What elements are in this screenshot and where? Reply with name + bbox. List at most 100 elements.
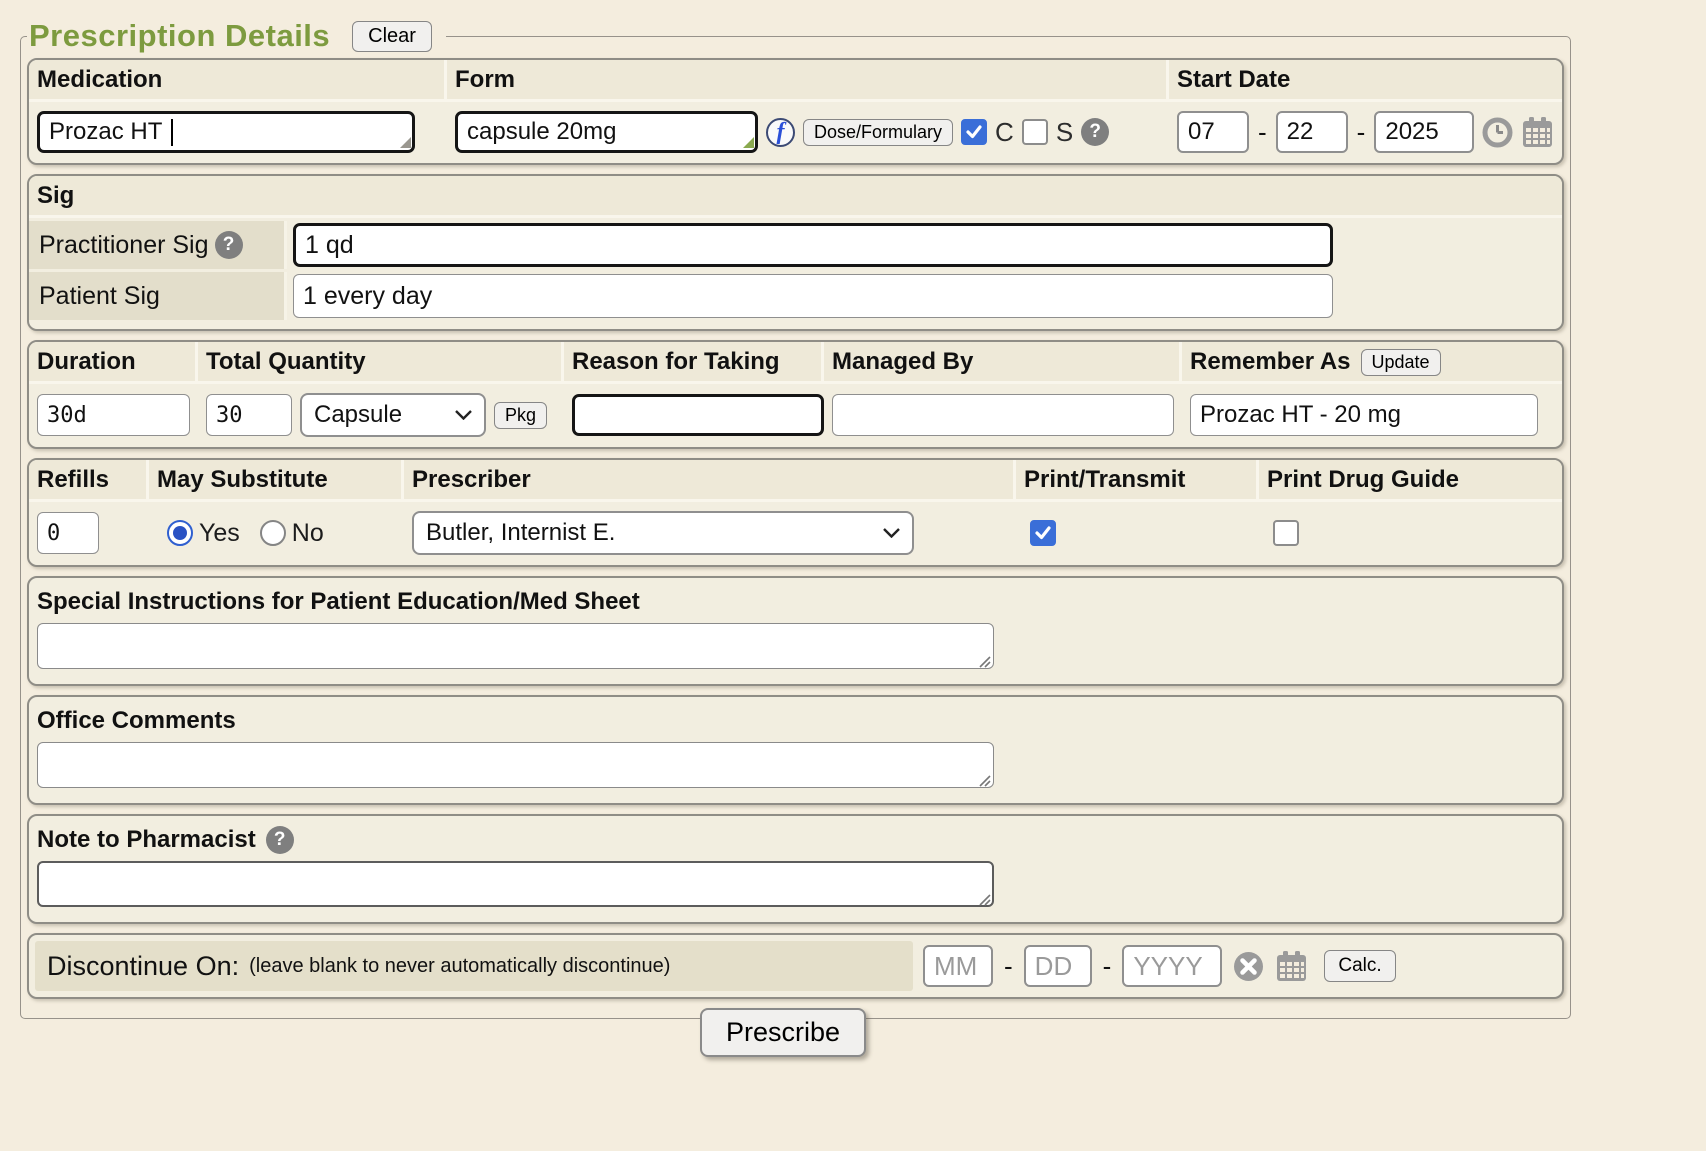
note-to-pharmacist-header-cell: Note to Pharmacist ? <box>29 820 1562 859</box>
prescription-details-section: Prescription Details Clear Medication Fo… <box>20 18 1571 1019</box>
help-icon[interactable]: ? <box>215 231 243 259</box>
pkg-button[interactable]: Pkg <box>494 402 547 429</box>
print-drug-guide-label: Print Drug Guide <box>1259 460 1562 499</box>
calc-button[interactable]: Calc. <box>1324 950 1395 982</box>
medication-group: Medication Form Start Date f Dose/Formul… <box>27 58 1564 165</box>
print-transmit-checkbox[interactable] <box>1030 520 1056 546</box>
prescriber-select-value: Butler, Internist E. <box>426 519 615 547</box>
prescriber-select[interactable]: Butler, Internist E. <box>412 511 914 555</box>
date-separator: - <box>1004 951 1013 982</box>
help-icon[interactable]: ? <box>266 826 294 854</box>
start-date-label: Start Date <box>1169 60 1562 99</box>
practitioner-sig-label-cell: Practitioner Sig ? <box>29 221 287 269</box>
managed-by-label: Managed By <box>824 342 1182 381</box>
patient-sig-row: Patient Sig <box>29 272 1562 320</box>
remember-as-label: Remember As <box>1190 348 1351 376</box>
s-checkbox[interactable] <box>1022 119 1048 145</box>
radio-dot <box>173 526 187 540</box>
substitute-no-label: No <box>292 519 324 548</box>
patient-sig-input[interactable] <box>293 274 1333 318</box>
refills-label: Refills <box>29 460 149 499</box>
duration-input[interactable] <box>37 394 190 436</box>
text-caret <box>171 119 173 146</box>
start-year-input[interactable] <box>1374 111 1474 153</box>
remember-as-input[interactable] <box>1190 394 1538 436</box>
special-instructions-group: Special Instructions for Patient Educati… <box>27 576 1564 686</box>
discontinue-hint: (leave blank to never automatically disc… <box>249 955 670 978</box>
s-checkbox-label: S <box>1056 117 1073 148</box>
resize-grip-icon <box>743 137 754 148</box>
prescriber-label: Prescriber <box>404 460 1016 499</box>
clear-date-icon[interactable] <box>1232 950 1265 983</box>
sig-header: Sig <box>29 176 1562 215</box>
formulary-icon[interactable]: f <box>766 118 795 147</box>
page-title: Prescription Details <box>29 18 330 54</box>
medication-label: Medication <box>29 60 447 99</box>
resize-grip-icon[interactable] <box>977 773 991 787</box>
date-separator: - <box>1258 117 1267 148</box>
print-drug-guide-checkbox[interactable] <box>1273 520 1299 546</box>
reason-input[interactable] <box>572 394 824 436</box>
chevron-down-icon <box>883 528 900 538</box>
substitute-yes-radio[interactable] <box>167 520 193 546</box>
total-quantity-label: Total Quantity <box>198 342 564 381</box>
clock-icon[interactable] <box>1482 117 1513 148</box>
calendar-icon[interactable] <box>1521 116 1554 149</box>
refills-group: Refills May Substitute Prescriber Print/… <box>27 458 1564 567</box>
unit-select-value: Capsule <box>314 401 402 429</box>
practitioner-sig-row: Practitioner Sig ? <box>29 221 1562 269</box>
may-substitute-label: May Substitute <box>149 460 404 499</box>
practitioner-sig-label: Practitioner Sig <box>39 231 209 260</box>
start-day-input[interactable] <box>1276 111 1348 153</box>
resize-grip-icon <box>400 137 411 148</box>
special-instructions-textarea[interactable] <box>37 623 994 669</box>
discontinue-day-input[interactable] <box>1024 945 1092 987</box>
medication-body-row: f Dose/Formulary C S ? - - <box>29 102 1562 163</box>
resize-grip-icon[interactable] <box>977 892 991 906</box>
refills-input[interactable] <box>37 512 99 554</box>
quantity-group: Duration Total Quantity Reason for Takin… <box>27 340 1564 449</box>
prescribe-button[interactable]: Prescribe <box>700 1008 866 1057</box>
discontinue-group: Discontinue On: (leave blank to never au… <box>27 933 1564 999</box>
patient-sig-label: Patient Sig <box>39 282 160 311</box>
remember-as-label-cell: Remember As Update <box>1182 342 1562 381</box>
medication-header-row: Medication Form Start Date <box>29 60 1562 102</box>
check-icon <box>965 123 983 141</box>
update-button[interactable]: Update <box>1361 349 1441 376</box>
resize-grip-icon[interactable] <box>977 654 991 668</box>
c-checkbox-label: C <box>995 117 1014 148</box>
prescribe-row: Prescribe <box>20 1008 1546 1057</box>
discontinue-label: Discontinue On: <box>47 951 239 982</box>
c-checkbox[interactable] <box>961 119 987 145</box>
quantity-input[interactable] <box>206 394 292 436</box>
date-separator: - <box>1103 951 1112 982</box>
dose-formulary-button[interactable]: Dose/Formulary <box>803 119 953 146</box>
reason-label: Reason for Taking <box>564 342 824 381</box>
discontinue-year-input[interactable] <box>1122 945 1222 987</box>
note-to-pharmacist-textarea[interactable] <box>37 861 994 907</box>
duration-label: Duration <box>29 342 198 381</box>
office-comments-header: Office Comments <box>29 701 1562 740</box>
substitute-yes-label: Yes <box>199 519 240 548</box>
managed-by-input[interactable] <box>832 394 1174 436</box>
form-label: Form <box>447 60 1169 99</box>
date-separator: - <box>1357 117 1366 148</box>
form-input[interactable] <box>455 111 758 153</box>
help-icon[interactable]: ? <box>1081 118 1109 146</box>
substitute-no-radio[interactable] <box>260 520 286 546</box>
patient-sig-label-cell: Patient Sig <box>29 272 287 320</box>
chevron-down-icon <box>455 410 472 420</box>
note-to-pharmacist-group: Note to Pharmacist ? <box>27 814 1564 924</box>
practitioner-sig-input[interactable] <box>293 223 1333 267</box>
discontinue-month-input[interactable] <box>923 945 993 987</box>
discontinue-label-cell: Discontinue On: (leave blank to never au… <box>35 941 913 991</box>
clear-button[interactable]: Clear <box>352 21 432 52</box>
office-comments-textarea[interactable] <box>37 742 994 788</box>
start-month-input[interactable] <box>1177 111 1249 153</box>
calendar-icon[interactable] <box>1275 950 1308 983</box>
medication-input[interactable] <box>37 111 415 153</box>
unit-select[interactable]: Capsule <box>300 393 486 437</box>
office-comments-group: Office Comments <box>27 695 1564 805</box>
check-icon <box>1034 524 1052 542</box>
section-legend: Prescription Details Clear <box>27 18 446 54</box>
